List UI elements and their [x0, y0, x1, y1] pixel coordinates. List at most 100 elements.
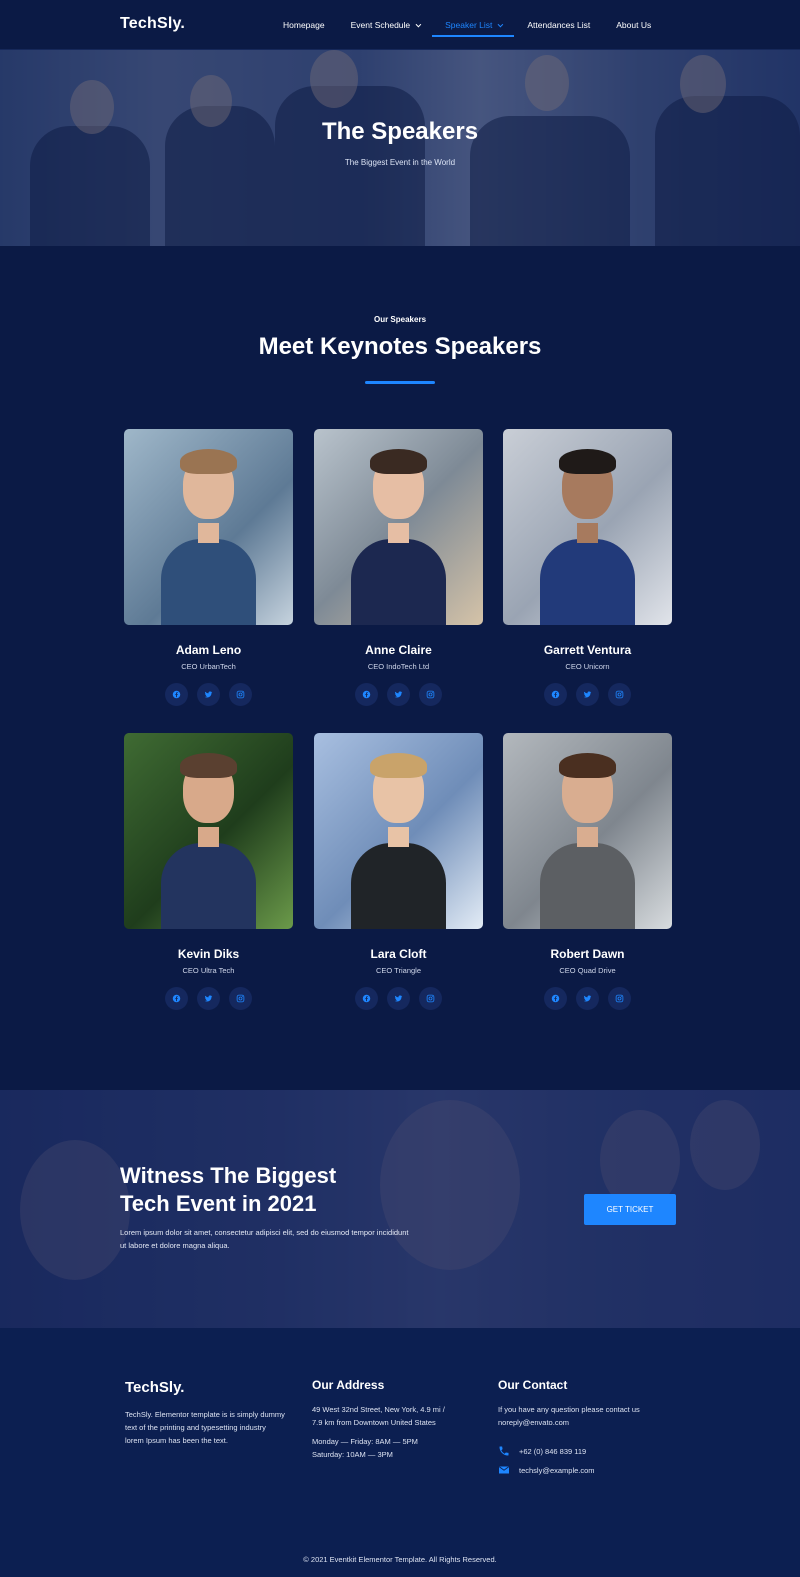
hours-weekday: Monday — Friday: 8AM — 5PM	[312, 1437, 418, 1446]
twitter-icon	[583, 691, 592, 698]
twitter-link[interactable]	[197, 683, 220, 706]
speaker-social-links	[124, 683, 293, 706]
speaker-social-links	[314, 683, 483, 706]
facebook-icon	[551, 994, 560, 1003]
facebook-link[interactable]	[544, 683, 567, 706]
twitter-link[interactable]	[387, 987, 410, 1010]
nav-label: Attendances List	[527, 20, 591, 30]
phone-row[interactable]: +62 (0) 846 839 119	[498, 1445, 668, 1457]
twitter-icon	[204, 995, 213, 1002]
instagram-link[interactable]	[419, 987, 442, 1010]
speaker-name[interactable]: Garrett Ventura	[503, 643, 672, 657]
speaker-role: CEO Triangle	[375, 966, 422, 975]
speaker-photo[interactable]	[124, 733, 293, 929]
speaker-card[interactable]: Robert Dawn CEO Quad Drive	[503, 733, 672, 1010]
hours-saturday: Saturday: 10AM — 3PM	[312, 1450, 393, 1459]
nav-label: Speaker List	[445, 20, 493, 30]
facebook-icon	[362, 690, 371, 699]
speaker-name[interactable]: Robert Dawn	[503, 947, 672, 961]
instagram-icon	[426, 994, 435, 1003]
speaker-social-links	[503, 683, 672, 706]
speaker-social-links	[503, 987, 672, 1010]
speaker-name[interactable]: Anne Claire	[314, 643, 483, 657]
speaker-photo[interactable]	[314, 733, 483, 929]
instagram-icon	[236, 690, 245, 699]
title-underline	[365, 381, 435, 384]
twitter-link[interactable]	[576, 683, 599, 706]
facebook-link[interactable]	[355, 683, 378, 706]
twitter-link[interactable]	[197, 987, 220, 1010]
instagram-icon	[615, 690, 624, 699]
section-title: Meet Keynotes Speakers	[258, 333, 542, 360]
nav-item-about-us[interactable]: About Us	[603, 0, 664, 50]
cta-description: Lorem ipsum dolor sit amet, consectetur …	[120, 1228, 409, 1250]
cta-title-line: Tech Event in 2021	[120, 1191, 317, 1216]
section-eyebrow: Our Speakers	[373, 315, 427, 324]
copyright-text: © 2021 Eventkit Elementor Template. All …	[303, 1555, 497, 1564]
facebook-link[interactable]	[165, 987, 188, 1010]
nav-label: Event Schedule	[350, 20, 411, 30]
facebook-icon	[551, 690, 560, 699]
footer-logo[interactable]: TechSly.	[125, 1379, 285, 1396]
nav-item-speaker-list[interactable]: Speaker List	[432, 0, 515, 50]
twitter-link[interactable]	[576, 987, 599, 1010]
nav-label: About Us	[616, 20, 652, 30]
instagram-link[interactable]	[419, 683, 442, 706]
cta-title-line: Witness The Biggest	[120, 1163, 337, 1188]
address-text: 49 West 32nd Street, New York, 4.9 mi / …	[312, 1405, 445, 1427]
instagram-icon	[426, 690, 435, 699]
speaker-role: CEO Quad Drive	[559, 966, 616, 975]
facebook-link[interactable]	[544, 987, 567, 1010]
footer-contact-heading: Our Contact	[498, 1378, 568, 1392]
email-row[interactable]: techsly@example.com	[498, 1464, 668, 1476]
twitter-icon	[583, 995, 592, 1002]
footer-contact: Our Contact If you have any question ple…	[498, 1328, 668, 1476]
speaker-card[interactable]: Adam Leno CEO UrbanTech	[124, 429, 293, 706]
instagram-link[interactable]	[229, 987, 252, 1010]
chevron-down-icon	[415, 21, 422, 28]
speaker-card[interactable]: Anne Claire CEO IndoTech Ltd	[314, 429, 483, 706]
footer-address: Our Address 49 West 32nd Street, New Yor…	[312, 1328, 447, 1461]
page-title: The Speakers	[321, 118, 479, 145]
speaker-social-links	[124, 987, 293, 1010]
speaker-card[interactable]: Garrett Ventura CEO Unicorn	[503, 429, 672, 706]
instagram-link[interactable]	[608, 683, 631, 706]
facebook-icon	[362, 994, 371, 1003]
speaker-role: CEO IndoTech Ltd	[367, 662, 430, 671]
speakers-section: Our Speakers Meet Keynotes Speakers Adam…	[0, 246, 800, 1090]
page-hero: The Speakers The Biggest Event in the Wo…	[0, 50, 800, 246]
facebook-link[interactable]	[355, 987, 378, 1010]
cta-title: Witness The Biggest Tech Event in 2021	[120, 1162, 400, 1218]
speaker-role: CEO UrbanTech	[181, 662, 236, 671]
page-subtitle: The Biggest Event in the World	[344, 158, 456, 167]
speaker-photo[interactable]	[124, 429, 293, 625]
speaker-photo[interactable]	[503, 429, 672, 625]
speaker-role: CEO Ultra Tech	[182, 966, 235, 975]
get-ticket-button[interactable]: GET TICKET	[584, 1194, 676, 1225]
facebook-link[interactable]	[165, 683, 188, 706]
site-logo[interactable]: TechSly.	[120, 15, 185, 33]
nav-item-attendances-list[interactable]: Attendances List	[514, 0, 603, 50]
chevron-down-icon	[497, 21, 504, 28]
twitter-link[interactable]	[387, 683, 410, 706]
top-navbar: TechSly. Homepage Event Schedule Speaker…	[0, 0, 800, 50]
speaker-name[interactable]: Kevin Diks	[124, 947, 293, 961]
nav-item-event-schedule[interactable]: Event Schedule	[338, 0, 433, 50]
phone-number: +62 (0) 846 839 119	[519, 1446, 587, 1456]
main-nav: Homepage Event Schedule Speaker List Att…	[270, 0, 664, 50]
speaker-name[interactable]: Lara Cloft	[314, 947, 483, 961]
phone-icon	[499, 1446, 509, 1456]
nav-item-homepage[interactable]: Homepage	[270, 0, 338, 50]
instagram-link[interactable]	[608, 987, 631, 1010]
footer-address-heading: Our Address	[312, 1378, 385, 1392]
twitter-icon	[394, 691, 403, 698]
instagram-link[interactable]	[229, 683, 252, 706]
speaker-card[interactable]: Kevin Diks CEO Ultra Tech	[124, 733, 293, 1010]
speaker-photo[interactable]	[503, 733, 672, 929]
email-address: techsly@example.com	[519, 1465, 595, 1475]
speaker-card[interactable]: Lara Cloft CEO Triangle	[314, 733, 483, 1010]
speaker-name[interactable]: Adam Leno	[124, 643, 293, 657]
speaker-photo[interactable]	[314, 429, 483, 625]
footer-about-text: TechSly. Elementor template is is simply…	[125, 1410, 285, 1445]
nav-label: Homepage	[283, 20, 325, 30]
